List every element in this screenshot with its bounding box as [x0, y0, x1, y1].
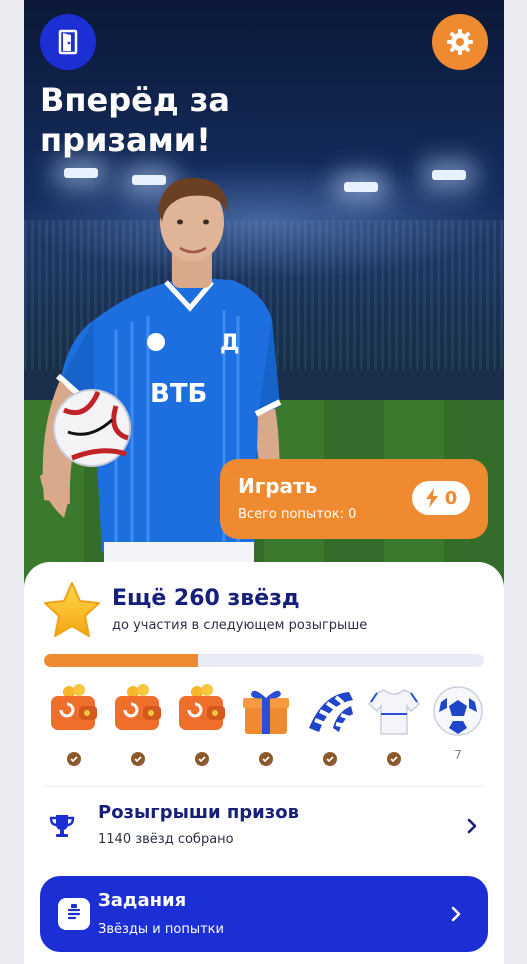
exit-button[interactable] — [40, 14, 96, 70]
tasks-button[interactable]: Задания Звёзды и попытки — [40, 876, 488, 952]
page-title: Вперёд за призами! — [40, 80, 340, 160]
prize-draws-link[interactable]: Розыгрыши призов 1140 звёзд собрано — [44, 798, 484, 854]
stars-remaining-subtitle: до участия в следующем розыгрыше — [112, 618, 368, 633]
lightning-icon — [425, 488, 438, 508]
star-icon — [42, 580, 102, 640]
wallet-icon — [173, 682, 231, 740]
chevron-right-icon — [444, 902, 468, 926]
check-icon — [67, 752, 81, 766]
soccer-ball-icon — [429, 682, 487, 740]
gift-icon — [237, 682, 295, 740]
prize-draws-title: Розыгрыши призов — [98, 802, 300, 823]
prize-draws-subtitle: 1140 звёзд собрано — [98, 832, 234, 847]
tasks-title: Задания — [98, 890, 187, 911]
reward-item[interactable] — [300, 682, 360, 766]
check-icon — [387, 752, 401, 766]
trophy-icon — [44, 808, 80, 844]
wallet-icon — [45, 682, 103, 740]
jersey-sponsor-label: ВТБ — [150, 379, 207, 409]
divider — [44, 786, 484, 787]
tasks-subtitle: Звёзды и попытки — [98, 922, 224, 937]
door-icon — [58, 29, 78, 55]
app-screen: Д ВТБ Вперёд за призами! Играть Всего по… — [24, 0, 504, 964]
svg-text:Д: Д — [220, 331, 240, 356]
hero-banner: Д ВТБ Вперёд за призами! Играть Всего по… — [24, 0, 504, 600]
reward-item[interactable]: 7 — [428, 682, 488, 766]
reward-item[interactable] — [364, 682, 424, 766]
stars-remaining-title: Ещё 260 звёзд — [112, 586, 300, 611]
settings-button[interactable] — [432, 14, 488, 70]
reward-item[interactable] — [172, 682, 232, 766]
progress-panel: Ещё 260 звёзд до участия в следующем роз… — [24, 562, 504, 964]
check-icon — [131, 752, 145, 766]
wallet-icon — [109, 682, 167, 740]
reward-item[interactable] — [44, 682, 104, 766]
check-icon — [323, 752, 337, 766]
stars-progress-fill — [44, 654, 198, 667]
gear-icon — [447, 29, 473, 55]
check-icon — [195, 752, 209, 766]
stars-progress-bar — [44, 654, 484, 667]
chevron-right-icon — [460, 814, 484, 838]
jersey-icon — [365, 682, 423, 740]
clipboard-icon — [58, 898, 90, 930]
page-title-line: призами! — [40, 121, 211, 159]
page-title-line: Вперёд за — [40, 81, 230, 119]
energy-count: 0 — [444, 487, 458, 509]
energy-badge: 0 — [412, 481, 470, 515]
check-icon — [259, 752, 273, 766]
jersey-sponsor-text: ВТБ — [150, 379, 207, 409]
play-button[interactable]: Играть Всего попыток: 0 0 — [220, 459, 488, 539]
reward-item[interactable] — [108, 682, 168, 766]
reward-threshold: 7 — [454, 748, 462, 762]
reward-item[interactable] — [236, 682, 296, 766]
reward-list: 7 — [44, 682, 488, 766]
scarf-icon — [301, 682, 359, 740]
